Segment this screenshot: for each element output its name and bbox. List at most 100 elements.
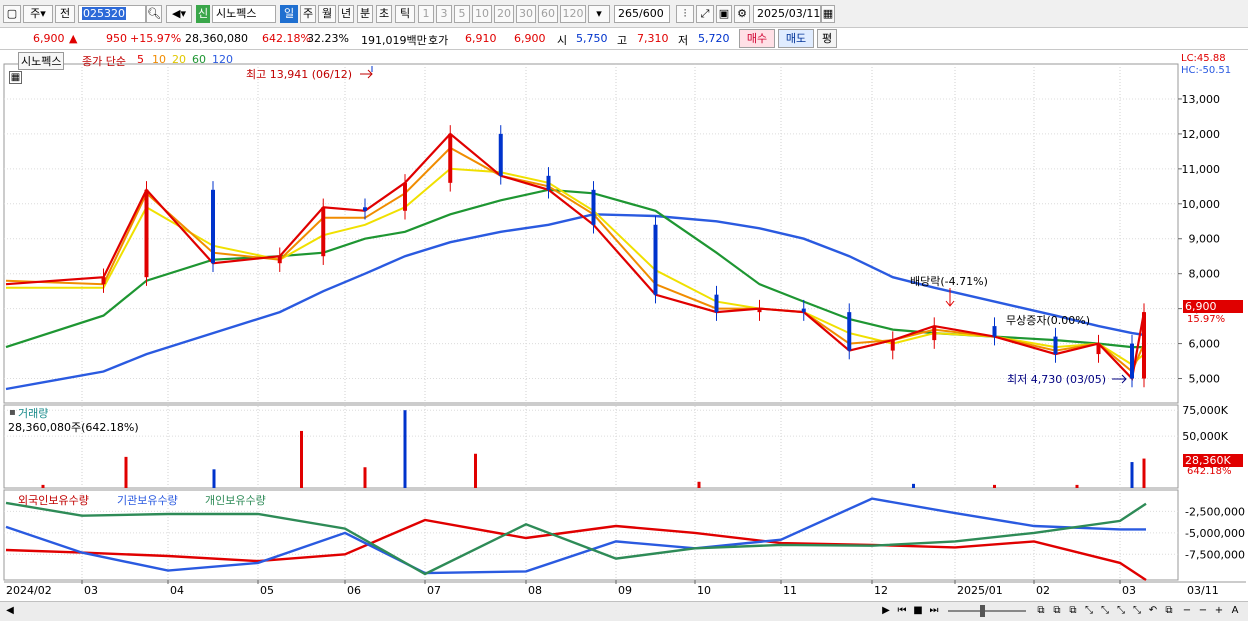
bid-price: 6,900 — [514, 32, 546, 45]
interval-120[interactable]: 120 — [560, 5, 586, 23]
interval-dropdown[interactable]: ▾ — [588, 5, 610, 23]
tab-second[interactable]: 초 — [376, 5, 392, 23]
sell-button[interactable]: 매도 — [778, 29, 814, 48]
candle-body — [1130, 343, 1134, 379]
grid-toggle-icon[interactable]: ▦ — [9, 71, 22, 84]
tab-week[interactable]: 주 — [300, 5, 316, 23]
stock-code-input[interactable]: 025320 — [78, 5, 146, 23]
tool-icon-2[interactable]: ⧉ — [1050, 604, 1064, 618]
scroll-right-icon[interactable]: ▶ — [879, 604, 893, 618]
search-icon[interactable]: 🔍︎ — [146, 5, 162, 23]
window-icon[interactable]: ▢ — [3, 5, 21, 23]
stop-icon[interactable]: ■ — [911, 604, 925, 618]
x-tick-label: 2025/01 — [957, 584, 1003, 597]
interval-60[interactable]: 60 — [538, 5, 558, 23]
high-price: 7,310 — [637, 32, 669, 45]
holding-y-tick-label: -7,500,000 — [1185, 548, 1245, 561]
save-icon[interactable]: ▣ — [716, 5, 732, 23]
quote-bar: 6,900 ▲ 950 +15.97% 28,360,080 642.18% 3… — [0, 28, 1248, 50]
candle-body — [653, 224, 658, 295]
price-y-tick-label: 9,000 — [1189, 233, 1221, 246]
price-y-tick-label: 6,000 — [1189, 338, 1221, 351]
chart-toolbar: ▢ 주▾ 전 025320 🔍︎ ◀▾ 신 시노펙스 일 주 월 년 분 초 틱… — [0, 0, 1248, 28]
eval-button[interactable]: 평 — [817, 29, 837, 48]
zoom-out-icon[interactable]: − — [1180, 604, 1194, 618]
interval-30[interactable]: 30 — [516, 5, 536, 23]
date-input[interactable]: 2025/03/11 — [753, 5, 821, 23]
market-select-label: 주 — [30, 7, 41, 20]
chart-scrollbar[interactable]: ◀ ▶ ⏮ ■ ⏭ ⧉ ⧉ ⧉ ⤡ ⤡ ⤡ ⤡ ↶ ⧉ − − + A — [0, 601, 1248, 621]
ask-price: 6,910 — [465, 32, 497, 45]
data-count-total: /600 — [639, 7, 664, 20]
interval-1[interactable]: 1 — [418, 5, 434, 23]
zoom-slider-handle[interactable] — [980, 605, 985, 617]
tab-year[interactable]: 년 — [338, 5, 354, 23]
low-annotation: 최저 4,730 (03/05) — [1007, 373, 1107, 386]
prev-button[interactable]: 전 — [55, 5, 75, 23]
tool-icon-3[interactable]: ⧉ — [1066, 604, 1080, 618]
ma10-line — [5, 146, 1145, 374]
indicator-icon[interactable]: ⤢ — [696, 5, 714, 23]
interval-20[interactable]: 20 — [494, 5, 514, 23]
new-badge: 신 — [196, 5, 210, 23]
first-page-icon[interactable]: ⏮ — [895, 604, 909, 618]
gear-icon[interactable]: ⚙ — [734, 5, 750, 23]
hc-text: HC:-50.51 — [1181, 65, 1232, 76]
x-tick-label: 03/11 — [1187, 584, 1219, 597]
tool-icon-1[interactable]: ⧉ — [1034, 604, 1048, 618]
chart-type-icon[interactable]: ⫶ — [676, 5, 694, 23]
undo-icon[interactable]: ↶ — [1146, 604, 1160, 618]
x-tick-label: 05 — [260, 584, 274, 597]
foreign-holding-legend: 외국인보유수량 — [18, 494, 89, 507]
interval-10[interactable]: 10 — [472, 5, 492, 23]
volume-bar — [474, 453, 477, 488]
last-page-icon[interactable]: ⏭ — [927, 604, 941, 618]
volume-bar — [300, 430, 303, 488]
ma5-line — [5, 132, 1146, 381]
data-count-field[interactable]: 265/600 — [614, 5, 670, 23]
x-tick-label: 2024/02 — [6, 584, 52, 597]
drawing-tool-icon-4[interactable]: ⤡ — [1130, 604, 1144, 618]
current-pct-tag: 15.97% — [1187, 314, 1226, 325]
data-count-value: 265 — [618, 7, 639, 20]
interval-5[interactable]: 5 — [454, 5, 470, 23]
tab-month[interactable]: 월 — [318, 5, 336, 23]
price-panel-frame — [3, 63, 1179, 404]
high-annotation: 최고 13,941 (06/12) — [246, 68, 353, 81]
chart-area[interactable]: 2024/02 03 04 05 06 07 08 09 10 11 12 2025/01 02 03 03… — [0, 50, 1248, 601]
volume-bar — [124, 456, 128, 488]
ma120-legend: 120 — [212, 53, 233, 66]
speaker-icon[interactable]: ◀▾ — [166, 5, 192, 23]
volume-y-tick-label: 50,000K — [1182, 430, 1228, 443]
copy-icon[interactable]: ⧉ — [1162, 604, 1176, 618]
price-panel-title[interactable]: 시노펙스 — [18, 52, 65, 70]
x-tick-label: 06 — [347, 584, 361, 597]
chevron-down-icon: ▾ — [40, 7, 46, 20]
volume-value: 28,360,080 — [185, 32, 248, 45]
market-select[interactable]: 주▾ — [23, 5, 53, 23]
buy-button[interactable]: 매수 — [739, 29, 775, 48]
candle-body — [1096, 343, 1101, 355]
price-y-tick-label: 13,000 — [1182, 93, 1221, 106]
volume-ratio: 642.18% — [262, 32, 311, 45]
drawing-tool-icon-3[interactable]: ⤡ — [1114, 604, 1128, 618]
scroll-left-icon[interactable]: ◀ — [3, 604, 17, 618]
font-size-icon[interactable]: A — [1228, 604, 1242, 618]
drawing-tool-icon-2[interactable]: ⤡ — [1098, 604, 1112, 618]
zoom-slider[interactable] — [948, 610, 1026, 612]
tab-day[interactable]: 일 — [280, 5, 298, 23]
volume-bar — [993, 484, 996, 488]
tab-minute[interactable]: 분 — [357, 5, 373, 23]
price-y-tick-label: 11,000 — [1182, 163, 1221, 176]
drawing-tool-icon[interactable]: ⤡ — [1082, 604, 1096, 618]
x-tick-label: 10 — [697, 584, 711, 597]
x-tick-label: 11 — [783, 584, 797, 597]
candle-body — [801, 308, 806, 313]
zoom-in-icon[interactable]: + — [1212, 604, 1226, 618]
tab-tick[interactable]: 틱 — [395, 5, 415, 23]
interval-3[interactable]: 3 — [436, 5, 452, 23]
volume-current-pct: 642.18% — [1187, 466, 1232, 477]
stock-name-field[interactable]: 시노펙스 — [212, 5, 276, 23]
calendar-icon[interactable]: ▦ — [821, 5, 835, 23]
minus-icon[interactable]: − — [1196, 604, 1210, 618]
